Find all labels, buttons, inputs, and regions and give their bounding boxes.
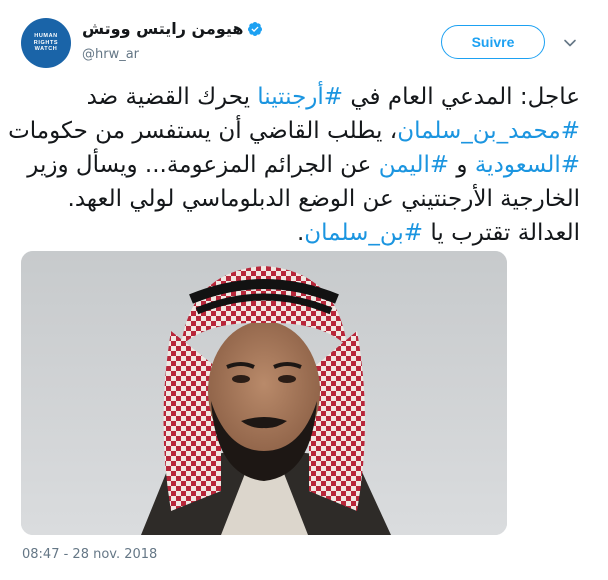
tweet-text-segment: يحرك القضية ضد xyxy=(86,84,258,110)
follow-button[interactable]: Suivre xyxy=(441,25,545,59)
tweet-line: الخارجية الأرجنتيني عن الوضع الدبلوماسي … xyxy=(16,182,580,216)
tweet-text-segment: عاجل: المدعي العام في xyxy=(343,84,580,110)
tweet-text: عاجل: المدعي العام في #أرجنتينا يحرك الق… xyxy=(8,80,580,250)
avatar[interactable]: HUMAN RIGHTS WATCH xyxy=(21,18,71,68)
hashtag-link[interactable]: #السعودية xyxy=(475,152,580,178)
tweet-text-segment: عن الجرائم المزعومة... ويسأل وزير xyxy=(27,152,379,178)
tweet-photo[interactable] xyxy=(21,251,507,535)
tweet-timestamp[interactable]: 08:47 - 28 nov. 2018 xyxy=(22,547,157,562)
tweet-text-segment: ، يطلب القاضي أن يستفسر من حكومات xyxy=(8,118,398,144)
tweet-line: #السعودية و #اليمن عن الجرائم المزعومة..… xyxy=(16,148,580,182)
hashtag-link[interactable]: #محمد_بن_سلمان xyxy=(397,118,580,144)
tweet-line: العدالة تقترب يا #بن_سلمان. xyxy=(16,216,580,250)
verified-badge-icon xyxy=(248,21,263,36)
account-handle[interactable]: @hrw_ar xyxy=(82,47,139,62)
tweet-text-segment: و xyxy=(449,152,475,178)
hashtag-link[interactable]: #بن_سلمان xyxy=(304,220,423,246)
tweet-line: عاجل: المدعي العام في #أرجنتينا يحرك الق… xyxy=(16,80,580,114)
display-name[interactable]: هيومن رايتس ووتش xyxy=(82,19,243,38)
avatar-line: WATCH xyxy=(34,46,58,53)
hashtag-link[interactable]: #أرجنتينا xyxy=(257,84,343,110)
tweet-text-segment: الخارجية الأرجنتيني عن الوضع الدبلوماسي … xyxy=(67,186,580,212)
hashtag-link[interactable]: #اليمن xyxy=(379,152,449,178)
account-name-row: هيومن رايتس ووتش xyxy=(82,19,263,38)
portrait-illustration xyxy=(21,251,507,535)
tweet-line: #محمد_بن_سلمان، يطلب القاضي أن يستفسر من… xyxy=(8,114,580,148)
tweet-text-segment: العدالة تقترب يا xyxy=(423,220,580,246)
chevron-down-icon[interactable] xyxy=(563,36,577,50)
